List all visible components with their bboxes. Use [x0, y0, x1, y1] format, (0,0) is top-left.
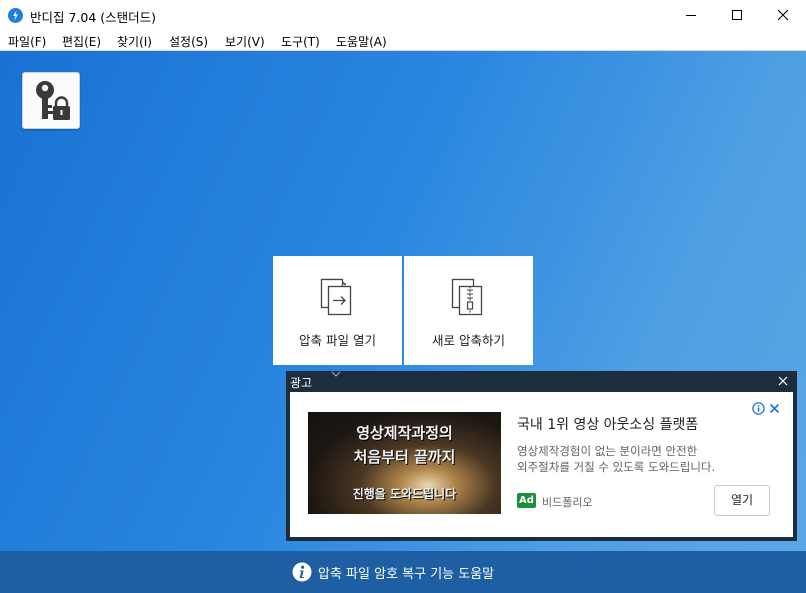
ad-collapse-icon[interactable] [331, 371, 341, 377]
close-window-button[interactable] [760, 0, 806, 30]
ad-open-button[interactable]: 열기 [714, 485, 770, 516]
ad-dismiss-icon[interactable] [768, 402, 781, 415]
ad-close-icon[interactable] [778, 376, 788, 386]
ad-header: 광고 [286, 371, 797, 392]
bandizip-app-icon[interactable] [8, 8, 23, 23]
ad-badge: Ad [517, 493, 536, 508]
help-footer-bar[interactable]: 압축 파일 암호 복구 기능 도움말 [0, 551, 806, 593]
ad-description-line-1: 영상제작경험이 없는 분이라면 안전한 [517, 444, 698, 458]
ad-header-label: 광고 [290, 376, 313, 390]
password-recovery-help-link[interactable]: 압축 파일 암호 복구 기능 도움말 [318, 563, 494, 582]
menu-find[interactable]: 찾기(I) [117, 33, 152, 50]
new-archive-icon [451, 278, 483, 316]
ad-panel: 광고 영상제작과정의 처음부터 끝까지 진행을 도와드립니다 국내 1위 영상 … [286, 371, 797, 541]
key-lock-icon [36, 81, 70, 120]
maximize-button[interactable] [714, 0, 760, 30]
open-archive-tile[interactable]: 압축 파일 열기 [273, 256, 402, 365]
menu-edit[interactable]: 편집(E) [62, 33, 101, 50]
new-archive-label: 새로 압축하기 [432, 333, 505, 348]
menu-view[interactable]: 보기(V) [225, 33, 265, 50]
new-archive-tile[interactable]: 새로 압축하기 [404, 256, 533, 365]
ad-advertiser: 비드폴리오 [542, 496, 593, 509]
minimize-button[interactable] [668, 0, 714, 30]
ad-description-line-2: 외주절차를 거칠 수 있도록 도와드립니다. [517, 460, 716, 474]
close-icon [777, 9, 789, 21]
minimize-icon [686, 15, 696, 16]
window-title: 반디집 7.04 (스탠더드) [30, 10, 157, 25]
maximize-icon [732, 10, 742, 20]
menu-bar: 파일(F) 편집(E) 찾기(I) 설정(S) 보기(V) 도구(T) 도움말(… [0, 30, 806, 51]
ad-image[interactable]: 영상제작과정의 처음부터 끝까지 진행을 도와드립니다 [308, 412, 501, 514]
menu-tools[interactable]: 도구(T) [281, 33, 320, 50]
ad-title[interactable]: 국내 1위 영상 아웃소싱 플랫폼 [517, 414, 698, 434]
ad-image-text-2: 처음부터 끝까지 [353, 448, 456, 466]
title-bar: 반디집 7.04 (스탠더드) [0, 0, 806, 30]
ad-image-text-1: 영상제작과정의 [356, 424, 453, 442]
menu-help[interactable]: 도움말(A) [336, 33, 387, 50]
open-archive-icon [320, 278, 352, 316]
ad-image-text-3: 진행을 도와드립니다 [352, 487, 457, 501]
open-archive-label: 압축 파일 열기 [299, 333, 376, 348]
menu-file[interactable]: 파일(F) [8, 33, 46, 50]
ad-description: 영상제작경험이 없는 분이라면 안전한 외주절차를 거칠 수 있도록 도와드립니… [517, 443, 715, 475]
menu-settings[interactable]: 설정(S) [169, 33, 208, 50]
password-recovery-button[interactable] [22, 72, 80, 129]
ad-choices-info-icon[interactable] [752, 402, 765, 415]
info-icon [292, 562, 312, 582]
